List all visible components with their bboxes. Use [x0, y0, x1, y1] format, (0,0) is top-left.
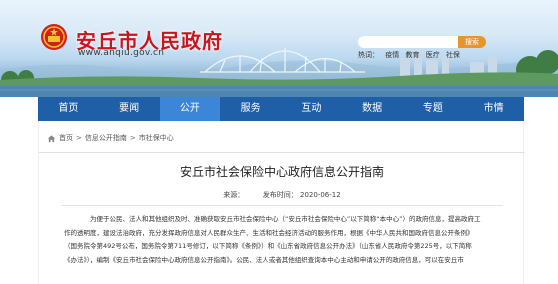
main-content: 首页 > 信息公开指南 > 市社保中心 安丘市社会保险中心政府信息公开指南 来源… [38, 121, 525, 284]
article-title: 安丘市社会保险中心政府信息公开指南 [179, 165, 384, 179]
breadcrumb-home[interactable]: 首页 [59, 133, 73, 143]
source-label: 来源： [223, 191, 245, 199]
nav-item-data[interactable]: 数据 [342, 97, 403, 121]
breadcrumb: 首页 > 信息公开指南 > 市社保中心 [47, 133, 174, 143]
nav-item-home[interactable]: 首页 [38, 97, 99, 121]
body-line: 为便于公民、法人和其他组织及时、准确获取安丘市社会保险中心（“安丘市社会保险中心… [90, 215, 481, 223]
publish-date: 2020-06-12 [300, 191, 341, 199]
article-meta: 来源： 发布时间： 2020-06-12 [39, 190, 525, 200]
breadcrumb-separator: > [129, 134, 136, 142]
nav-item-topics[interactable]: 专题 [403, 97, 464, 121]
home-icon [47, 134, 56, 142]
hot-word-link[interactable]: 教育 [405, 51, 419, 59]
main-nav: 首页 要闻 公开 服务 互动 数据 专题 市情 [38, 97, 524, 121]
search-button[interactable]: 搜索 [458, 36, 486, 48]
hot-word-link[interactable]: 医疗 [426, 51, 440, 59]
header-banner: 安丘市人民政府 www.anqiu.gov.cn 搜索 热词： 疫情 教育 医疗… [0, 0, 558, 97]
publish-date-label: 发布时间： [262, 191, 298, 199]
national-emblem-icon [41, 24, 67, 50]
nav-item-interaction[interactable]: 互动 [281, 97, 342, 121]
hot-search-label: 热词： [358, 51, 379, 59]
nav-item-news[interactable]: 要闻 [99, 97, 160, 121]
hot-word-link[interactable]: 社保 [446, 51, 460, 59]
nav-item-city-info[interactable]: 市情 [463, 97, 524, 121]
page: 安丘市人民政府 www.anqiu.gov.cn 搜索 热词： 疫情 教育 医疗… [0, 0, 558, 284]
breadcrumb-current[interactable]: 市社保中心 [139, 133, 174, 143]
body-line: （国务院令第492号公布，国务院令第711号修订，以下简称《条例》）和《山东省政… [64, 242, 472, 250]
search-bar: 搜索 [358, 36, 486, 48]
divider [39, 152, 525, 153]
search-input[interactable] [358, 36, 460, 48]
nav-item-disclosure[interactable]: 公开 [159, 97, 221, 121]
body-line: 《办法》），编制《安丘市社会保险中心政府信息公开指南》。公民、法人或者其他组织查… [64, 255, 464, 264]
breadcrumb-separator: > [76, 134, 82, 142]
divider [61, 205, 503, 206]
body-line: 作的透明度，建设法治政府，充分发挥政府信息对人民群众生产、生活和社会经济活动的服… [64, 228, 474, 237]
nav-item-services[interactable]: 服务 [220, 97, 281, 121]
article-body: 为便于公民、法人和其他组织及时、准确获取安丘市社会保险中心（“安丘市社会保险中心… [64, 213, 509, 267]
hot-search-words: 热词： 疫情 教育 医疗 社保 [358, 50, 464, 60]
hot-word-link[interactable]: 疫情 [385, 51, 399, 59]
breadcrumb-guide[interactable]: 信息公开指南 [85, 133, 127, 143]
site-url: www.anqiu.gov.cn [78, 48, 165, 58]
